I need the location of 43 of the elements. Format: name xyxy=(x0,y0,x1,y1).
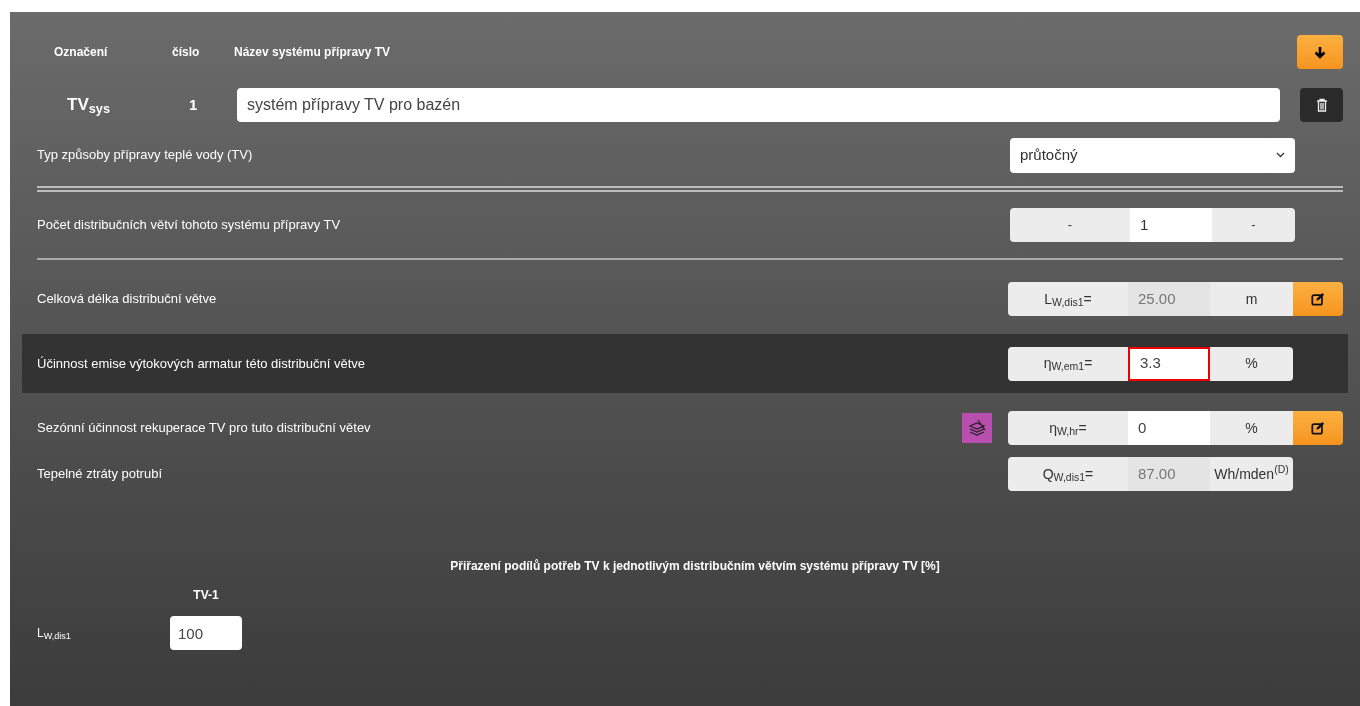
value-field[interactable]: 25.00 xyxy=(1128,282,1210,316)
edit-button[interactable] xyxy=(1293,411,1343,445)
trash-icon xyxy=(1315,98,1328,112)
value-field[interactable]: 0 xyxy=(1128,411,1210,445)
unit-label: Wh/mden$^{(D)}$ xyxy=(1210,457,1293,491)
symbol-label: η$_{W,em1}$= xyxy=(1008,346,1128,381)
unit-label: % xyxy=(1210,411,1293,445)
column-header: TV-1 xyxy=(192,587,220,604)
shares-title: Přiřazení podílů potřeb TV k jednotlivým distribučním větvím systému přípravy TV [%] xyxy=(449,558,941,575)
parameter-label: Celková délka distribuční větve xyxy=(36,290,217,309)
unit-label: m xyxy=(1210,282,1293,316)
system-number: 1 xyxy=(188,94,199,115)
system-name-field[interactable]: systém přípravy TV pro bazén xyxy=(237,88,1280,122)
decrement-button[interactable]: - xyxy=(1010,208,1130,242)
delete-button[interactable] xyxy=(1300,88,1343,122)
symbol-label: η$_{W,hr}$= xyxy=(1008,411,1128,445)
parameter-label: Účinnost emise výtokových armatur této distribuční větve xyxy=(36,354,366,373)
increment-button[interactable]: - xyxy=(1212,208,1295,242)
symbol-label: L$_{W,dis1}$= xyxy=(1008,282,1128,316)
arrow-down-icon xyxy=(1314,45,1326,59)
symbol-label: Q$_{W,dis1}$= xyxy=(1008,457,1128,491)
system-symbol: TV$_{sys}$ xyxy=(66,94,111,118)
count-label: Počet distribučních větví tohoto systému přípravy TV xyxy=(36,216,341,235)
edit-icon xyxy=(1311,421,1325,435)
catalog-button[interactable] xyxy=(962,413,992,443)
parameter-label: Sezónní účinnost rekuperace TV pro tuto distribuční větev xyxy=(36,419,371,438)
edit-button[interactable] xyxy=(1293,282,1343,316)
parameter-label: Tepelné ztráty potrubí xyxy=(36,465,163,484)
column-header: Název systému přípravy TV xyxy=(234,44,391,61)
count-field[interactable]: 1 xyxy=(1130,208,1212,242)
unit-label: % xyxy=(1210,346,1293,381)
type-label: Typ způsoby přípravy teplé vody (TV) xyxy=(36,146,253,165)
type-select[interactable]: průtočný xyxy=(1010,137,1295,173)
column-header: číslo xyxy=(171,44,201,61)
row-label: L$_{W,dis1}$ xyxy=(36,625,72,642)
layers-icon xyxy=(967,418,987,438)
edit-icon xyxy=(1311,292,1325,306)
column-header: Označení xyxy=(53,44,109,61)
value-field[interactable]: 3.3 xyxy=(1128,346,1210,381)
chevron-down-icon xyxy=(1276,152,1285,158)
value-field[interactable]: 87.00 xyxy=(1128,457,1210,491)
move-down-button[interactable] xyxy=(1297,35,1343,69)
share-field[interactable]: 100 xyxy=(170,616,242,650)
